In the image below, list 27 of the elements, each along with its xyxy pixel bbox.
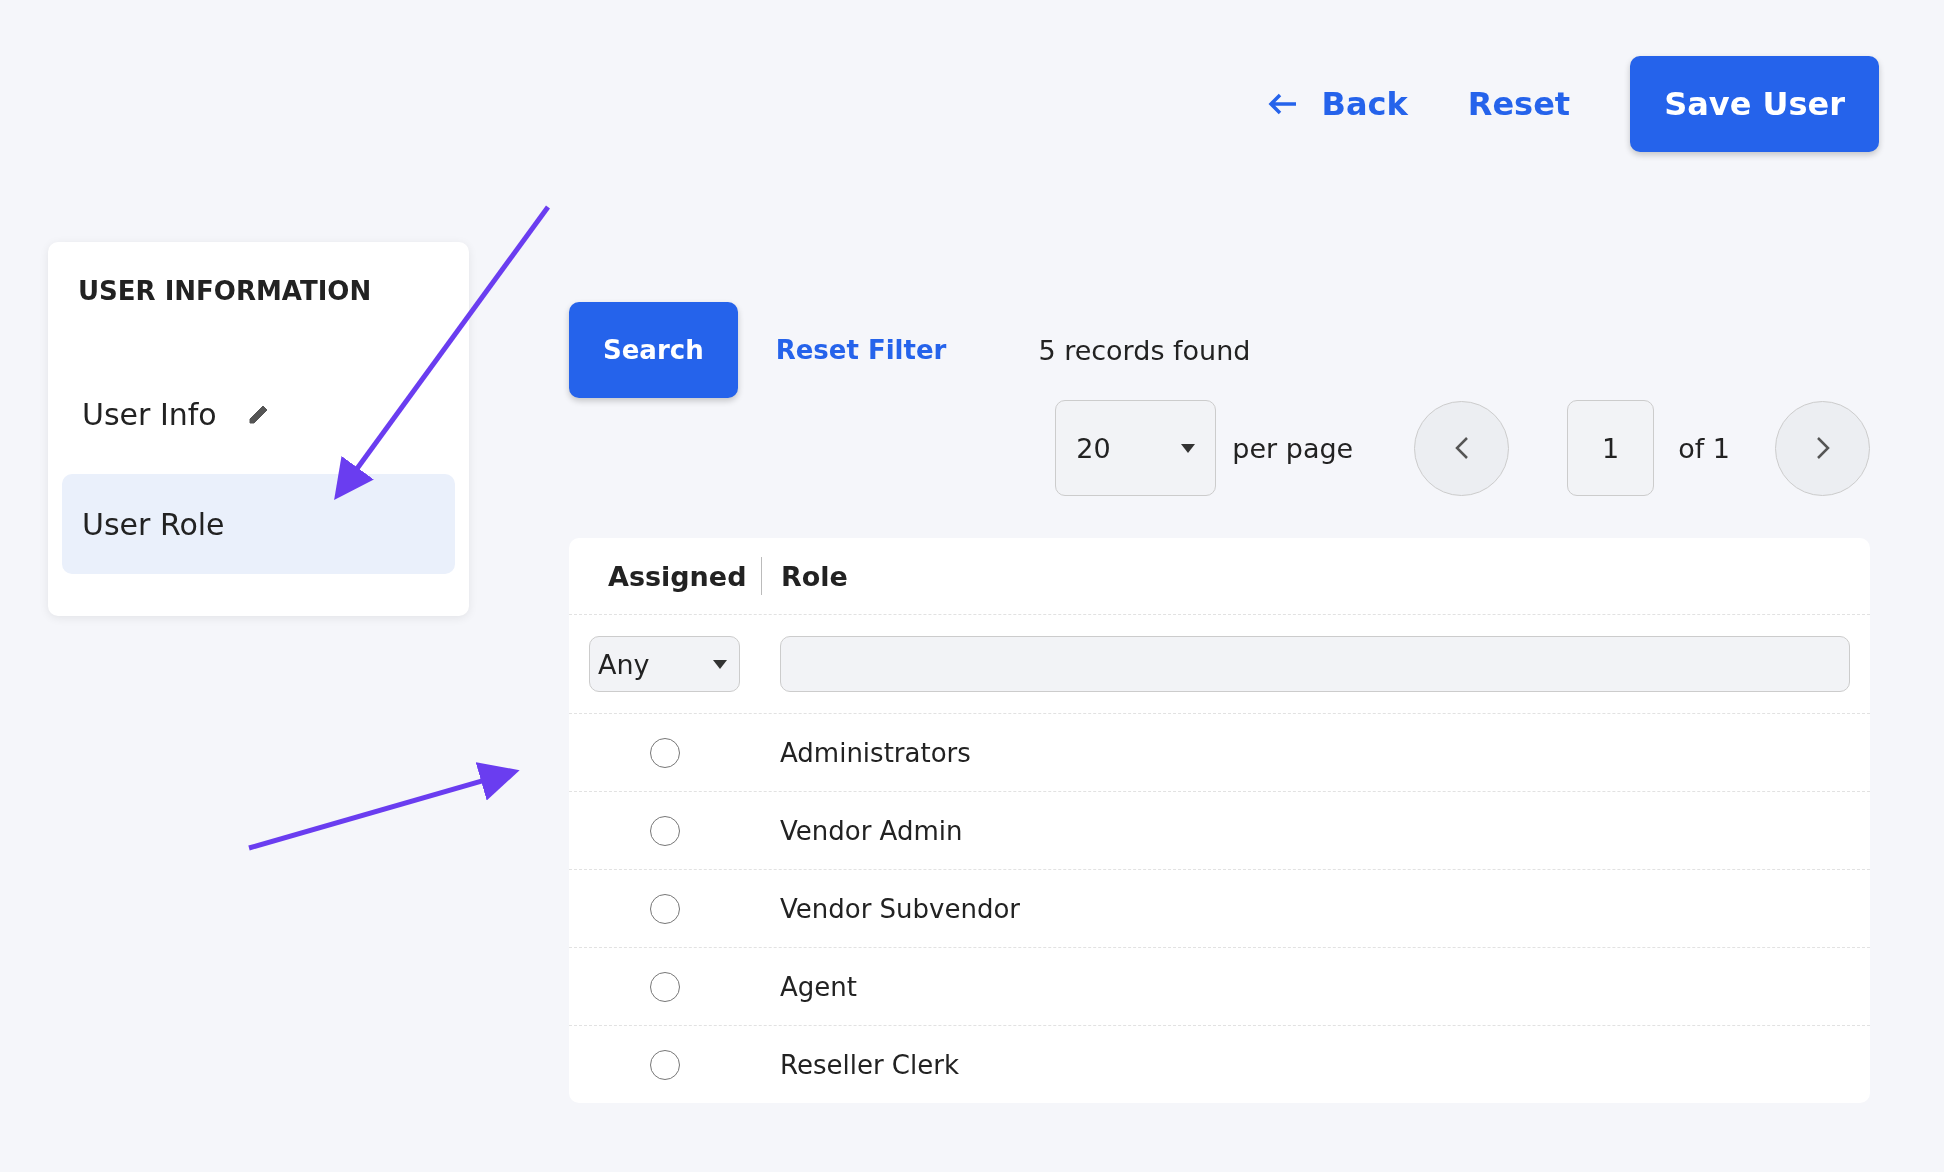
back-button[interactable]: Back bbox=[1267, 85, 1408, 123]
role-name: Vendor Admin bbox=[780, 815, 963, 846]
search-button[interactable]: Search bbox=[569, 302, 738, 398]
reset-filter-link[interactable]: Reset Filter bbox=[775, 335, 947, 365]
records-count: 5 records found bbox=[1038, 334, 1251, 366]
per-page-label: per page bbox=[1232, 432, 1354, 464]
assigned-filter-select[interactable]: Any bbox=[589, 636, 740, 692]
page-count: of 1 bbox=[1678, 432, 1730, 464]
per-page-select[interactable]: 20 bbox=[1055, 400, 1217, 496]
section-title: USER INFORMATION bbox=[77, 276, 373, 306]
column-header: Role bbox=[781, 560, 848, 592]
chevron-left-icon bbox=[1454, 436, 1469, 460]
sidebar-item[interactable]: User Info bbox=[62, 364, 455, 464]
role-name: Agent bbox=[780, 971, 857, 1002]
caret-icon bbox=[713, 659, 727, 669]
role-name: Administrators bbox=[780, 737, 971, 768]
page-number-field[interactable]: 1 bbox=[1567, 400, 1655, 496]
save-user-button[interactable]: Save User bbox=[1630, 56, 1879, 152]
left-arrow-icon bbox=[1267, 93, 1298, 115]
role-filter-field[interactable] bbox=[780, 636, 1850, 692]
caret-icon bbox=[1181, 443, 1196, 453]
chevron-right-icon bbox=[1815, 436, 1830, 460]
role-name: Reseller Clerk bbox=[780, 1049, 959, 1080]
reset-button[interactable]: Reset bbox=[1467, 85, 1571, 123]
sidebar-item[interactable]: User Role bbox=[62, 474, 455, 574]
role-name: Vendor Subvendor bbox=[780, 893, 1021, 924]
column-header: Assigned bbox=[607, 560, 747, 592]
